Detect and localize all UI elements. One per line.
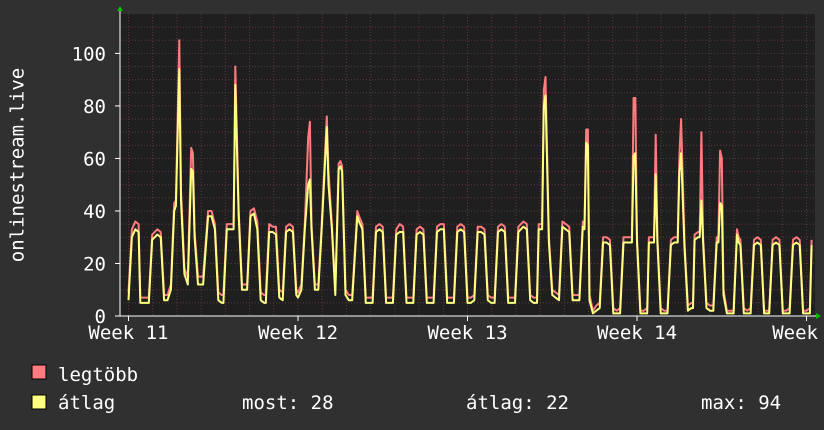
- legend-label-atlag: átlag: [58, 392, 115, 414]
- x-ticks: Week 11 Week 12 Week 13 Week 14 Week 1: [88, 316, 824, 344]
- legend-swatch-atlag: [31, 394, 47, 410]
- y-axis-label: onlinestream.live: [7, 68, 29, 262]
- x-tick-label: Week 11: [88, 322, 168, 344]
- y-tick-label: 80: [83, 96, 106, 118]
- y-ticks: 020406080100: [72, 43, 120, 328]
- stat-atlag: átlag: 22: [466, 392, 569, 414]
- x-axis-arrow-icon: [816, 313, 821, 319]
- legend-label-legtobb: legtöbb: [58, 364, 138, 386]
- y-axis-arrow-icon: [117, 6, 123, 11]
- y-tick-label: 60: [83, 148, 106, 170]
- x-tick-label: Week 1: [772, 322, 824, 344]
- y-tick-label: 100: [72, 43, 106, 65]
- chart: 020406080100 Week 11 Week 12 Week 13 Week 1…: [7, 6, 824, 414]
- x-tick-label: Week 14: [597, 322, 677, 344]
- x-tick-label: Week 12: [258, 322, 338, 344]
- y-tick-label: 20: [83, 253, 106, 275]
- legend: legtöbb átlag: [31, 364, 138, 414]
- stat-max: max: 94: [701, 392, 781, 414]
- y-tick-label: 40: [83, 201, 106, 223]
- x-tick-label: Week 13: [427, 322, 507, 344]
- legend-swatch-legtobb: [31, 364, 47, 380]
- stat-most: most: 28: [242, 392, 334, 414]
